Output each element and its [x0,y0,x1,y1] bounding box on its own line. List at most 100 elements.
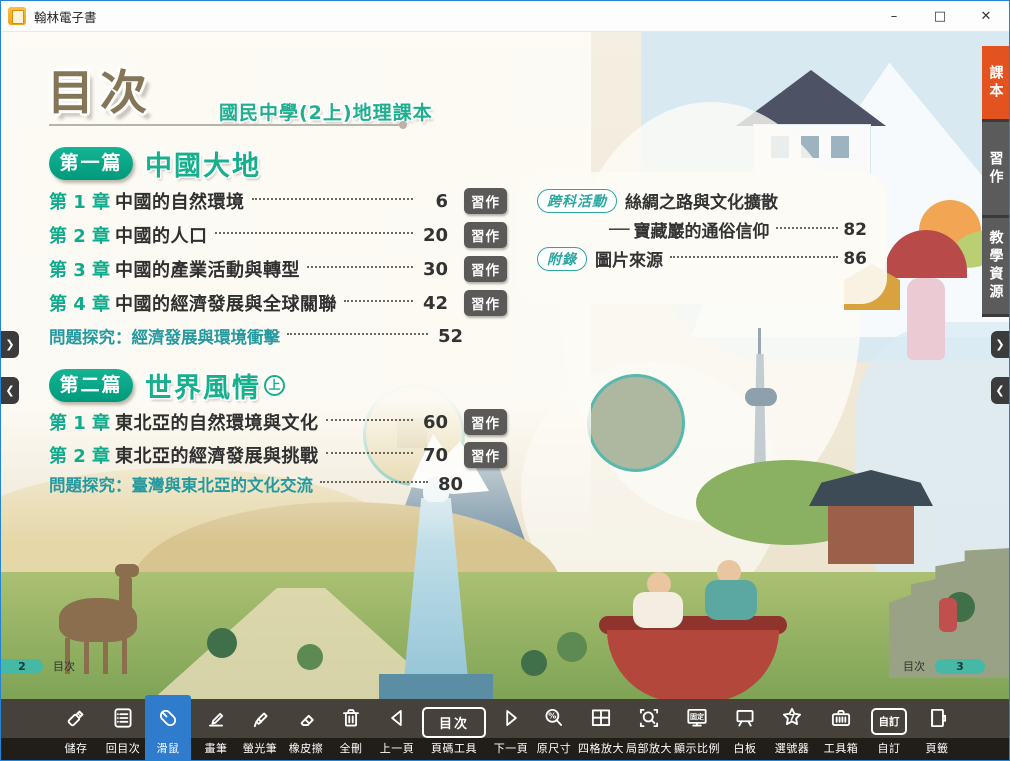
original-size-button[interactable]: % 原尺寸 [531,699,577,760]
chapter-label: 第 1 章 [49,188,115,214]
window-title: 翰林電子書 [34,7,97,26]
page-number-pill: 2 [1,659,43,674]
pen-tool-button[interactable]: 畫筆 [193,699,239,760]
usb-save-icon [63,705,89,731]
appendix-entry[interactable]: 附錄 圖片來源 86 [537,246,867,271]
footer-right-page: 目次 3 [903,658,985,674]
illustration-tree [207,628,237,658]
toc-row-s1c2[interactable]: 第 2 章 中國的人口 20 習作 [49,222,507,248]
svg-text:%: % [548,711,556,721]
mouse-tool-button[interactable]: 滑鼠 [145,695,191,760]
mouse-icon [155,705,181,731]
area-zoom-button[interactable]: 局部放大 [626,699,672,760]
illustration-person-body [633,592,683,628]
dotted-leader [307,265,413,268]
zoom-percent-icon: % [541,705,567,731]
illustration-tree [557,632,587,662]
toc-row-s1c4[interactable]: 第 4 章 中國的經濟發展與全球關聯 42 習作 [49,290,507,316]
page-tabs-button[interactable]: 頁籤 [914,699,960,760]
cross-curricular-badge: 跨科活動 [537,189,617,213]
page-number: 20 [418,225,448,246]
dotted-leader [252,197,414,200]
eraser-tool-button[interactable]: 橡皮擦 [283,699,329,760]
page-title: 目次 [47,54,153,123]
illustration-house-window [831,136,849,158]
toc-row-s1c3[interactable]: 第 3 章 中國的產業活動與轉型 30 習作 [49,256,507,282]
star-number-icon: 7 [779,705,805,731]
display-ratio-icon: 固定 [684,705,710,731]
workbook-badge[interactable]: 習作 [464,188,507,214]
section-2-volume-circle: 上 [264,375,285,396]
number-picker-button[interactable]: 7 選號器 [769,699,815,760]
maximize-button[interactable]: □ [917,1,963,31]
trash-icon [338,705,364,731]
titlebar: 翰林電子書 – □ ✕ [1,1,1009,32]
right-tab-strip: 課本 習作 教學資源 [982,46,1009,317]
highlighter-tool-button[interactable]: 螢光筆 [237,699,283,760]
workbook-badge[interactable]: 習作 [464,222,507,248]
next-page-icon [498,705,524,731]
quad-zoom-icon [588,705,614,731]
toolbox-button[interactable]: 工具箱 [818,699,864,760]
whiteboard-icon [732,705,758,731]
edge-back-right-button[interactable]: ❮ [991,377,1009,404]
app-window: 翰林電子書 – □ ✕ [0,0,1010,761]
quad-zoom-button[interactable]: 四格放大 [578,699,624,760]
custom-box-icon: 自訂 [871,708,907,735]
title-divider [49,124,399,126]
tab-teaching-resources[interactable]: 教學資源 [982,218,1009,317]
minimize-button[interactable]: – [871,1,917,31]
tab-label: 課本 [986,65,1006,101]
toc-row-s2-explore[interactable]: 問題探究： 臺灣與東北亞的文化交流 80 [49,472,463,496]
toc-row-s2c1[interactable]: 第 1 章 東北亞的自然環境與文化 60 習作 [49,409,507,435]
toc-row-s2c2[interactable]: 第 2 章 東北亞的經濟發展與挑戰 70 習作 [49,442,507,468]
close-button[interactable]: ✕ [963,1,1009,31]
illustration-camel-head [115,564,139,577]
toolbox-icon [828,705,854,731]
explore-label: 問題探究： [49,324,132,348]
highlighter-icon [247,705,273,731]
chapter-title: 中國的自然環境 [115,188,245,214]
save-button[interactable]: 儲存 [53,699,99,760]
section-1-header: 第一篇 中國大地 [49,144,261,183]
entry-subtitle: 寶藏巖的通俗信仰 [633,217,769,242]
workbook-badge[interactable]: 習作 [464,290,507,316]
illustration-green-field [1,572,1009,702]
page-number: 6 [418,191,448,212]
delete-all-button[interactable]: 全刪 [328,699,374,760]
whiteboard-button[interactable]: 白板 [722,699,768,760]
cross-curricular-entry[interactable]: 跨科活動 絲綢之路與文化擴散 ── 寶藏巖的通俗信仰 82 [537,188,867,242]
edge-back-left-button[interactable]: ❮ [1,377,19,404]
next-page-button[interactable]: 下一頁 [488,699,534,760]
display-ratio-button[interactable]: 固定 顯示比例 [674,699,720,760]
explore-title: 經濟發展與環境衝擊 [132,324,281,348]
toc-row-s1c1[interactable]: 第 1 章 中國的自然環境 6 習作 [49,188,507,214]
workbook-badge[interactable]: 習作 [464,442,507,468]
custom-button[interactable]: 自訂 自訂 [866,699,912,760]
tab-textbook[interactable]: 課本 [982,46,1009,122]
page-number-tool-button[interactable]: 目次 頁碼工具 [418,699,490,760]
chapter-title: 中國的產業活動與轉型 [115,256,300,282]
tab-workbook[interactable]: 習作 [982,122,1009,218]
edge-forward-right-button[interactable]: ❯ [991,331,1009,358]
chapter-label: 第 3 章 [49,256,115,282]
workbook-badge[interactable]: 習作 [464,409,507,435]
section-2-header: 第二篇 世界風情 上 [49,366,285,405]
page-number: 86 [843,249,867,269]
chapter-label: 第 4 章 [49,290,115,316]
dotted-leader [326,418,414,421]
illustration-gate-body [828,506,914,564]
toc-list-icon [110,705,136,731]
page-number: 42 [418,293,448,314]
back-to-toc-button[interactable]: 回目次 [100,699,146,760]
previous-page-button[interactable]: 上一頁 [374,699,420,760]
illustration-tower-needle [758,328,761,358]
toc-row-s1-explore[interactable]: 問題探究： 經濟發展與環境衝擊 52 [49,324,463,348]
dotted-leader [287,332,428,335]
edge-forward-left-button[interactable]: ❯ [1,331,19,358]
entry-title: 圖片來源 [595,246,663,271]
section-2-badge: 第二篇 [49,369,133,402]
workbook-badge[interactable]: 習作 [464,256,507,282]
dotted-leader [320,480,428,483]
app-logo-icon [8,7,26,25]
